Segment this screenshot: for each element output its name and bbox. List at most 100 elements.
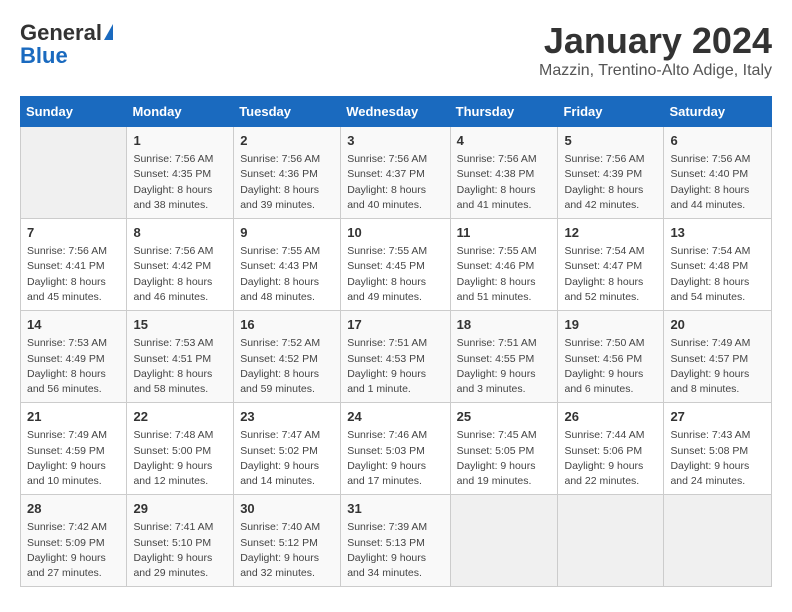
calendar-day-cell: 11 Sunrise: 7:55 AM Sunset: 4:46 PM Dayli…	[450, 219, 558, 311]
logo-arrow-icon	[104, 24, 113, 40]
calendar-table: SundayMondayTuesdayWednesdayThursdayFrid…	[20, 96, 772, 587]
calendar-day-cell: 31 Sunrise: 7:39 AM Sunset: 5:13 PM Dayli…	[341, 495, 450, 587]
calendar-day-cell	[558, 495, 664, 587]
day-number: 15	[133, 316, 227, 334]
page-header: General Blue January 2024 Mazzin, Trenti…	[20, 20, 772, 80]
calendar-day-cell: 7 Sunrise: 7:56 AM Sunset: 4:41 PM Daylig…	[21, 219, 127, 311]
day-info: Sunrise: 7:43 AM Sunset: 5:08 PM Dayligh…	[670, 428, 765, 489]
day-info: Sunrise: 7:40 AM Sunset: 5:12 PM Dayligh…	[240, 520, 334, 581]
calendar-day-cell: 24Sunrise: 7:46 AM Sunset: 5:03 PM Dayli…	[341, 403, 450, 495]
day-info: Sunrise: 7:50 AM Sunset: 4:56 PM Dayligh…	[564, 336, 657, 397]
day-number: 22	[133, 408, 227, 426]
calendar-day-cell: 30 Sunrise: 7:40 AM Sunset: 5:12 PM Dayli…	[234, 495, 341, 587]
day-number: 12	[564, 224, 657, 242]
day-info: Sunrise: 7:55 AM Sunset: 4:46 PM Dayligh…	[457, 244, 552, 305]
day-number: 27	[670, 408, 765, 426]
day-info: Sunrise: 7:56 AM Sunset: 4:41 PM Dayligh…	[27, 244, 120, 305]
logo-blue: Blue	[20, 43, 68, 68]
day-number: 5	[564, 132, 657, 150]
calendar-day-cell: 4Sunrise: 7:56 AM Sunset: 4:38 PM Daylig…	[450, 127, 558, 219]
day-info: Sunrise: 7:55 AM Sunset: 4:45 PM Dayligh…	[347, 244, 443, 305]
weekday-header-wednesday: Wednesday	[341, 97, 450, 127]
day-info: Sunrise: 7:56 AM Sunset: 4:37 PM Dayligh…	[347, 152, 443, 213]
calendar-day-cell: 28 Sunrise: 7:42 AM Sunset: 5:09 PM Dayli…	[21, 495, 127, 587]
day-number: 31	[347, 500, 443, 518]
weekday-header-tuesday: Tuesday	[234, 97, 341, 127]
calendar-day-cell: 23Sunrise: 7:47 AM Sunset: 5:02 PM Dayli…	[234, 403, 341, 495]
calendar-subtitle: Mazzin, Trentino-Alto Adige, Italy	[539, 62, 772, 80]
calendar-day-cell: 22 Sunrise: 7:48 AM Sunset: 5:00 PM Dayli…	[127, 403, 234, 495]
day-info: Sunrise: 7:42 AM Sunset: 5:09 PM Dayligh…	[27, 520, 120, 581]
day-number: 2	[240, 132, 334, 150]
day-info: Sunrise: 7:56 AM Sunset: 4:42 PM Dayligh…	[133, 244, 227, 305]
calendar-day-cell: 14Sunrise: 7:53 AM Sunset: 4:49 PM Dayli…	[21, 311, 127, 403]
weekday-header-monday: Monday	[127, 97, 234, 127]
day-number: 21	[27, 408, 120, 426]
weekday-header-thursday: Thursday	[450, 97, 558, 127]
day-info: Sunrise: 7:56 AM Sunset: 4:36 PM Dayligh…	[240, 152, 334, 213]
calendar-week-row: 28 Sunrise: 7:42 AM Sunset: 5:09 PM Dayli…	[21, 495, 772, 587]
day-number: 11	[457, 224, 552, 242]
calendar-day-cell: 8Sunrise: 7:56 AM Sunset: 4:42 PM Daylig…	[127, 219, 234, 311]
day-info: Sunrise: 7:49 AM Sunset: 4:57 PM Dayligh…	[670, 336, 765, 397]
day-number: 20	[670, 316, 765, 334]
day-number: 10	[347, 224, 443, 242]
day-info: Sunrise: 7:48 AM Sunset: 5:00 PM Dayligh…	[133, 428, 227, 489]
day-number: 26	[564, 408, 657, 426]
calendar-day-cell: 5 Sunrise: 7:56 AM Sunset: 4:39 PM Daylig…	[558, 127, 664, 219]
day-info: Sunrise: 7:51 AM Sunset: 4:55 PM Dayligh…	[457, 336, 552, 397]
day-info: Sunrise: 7:52 AM Sunset: 4:52 PM Dayligh…	[240, 336, 334, 397]
day-info: Sunrise: 7:46 AM Sunset: 5:03 PM Dayligh…	[347, 428, 443, 489]
weekday-header-sunday: Sunday	[21, 97, 127, 127]
calendar-day-cell: 13Sunrise: 7:54 AM Sunset: 4:48 PM Dayli…	[664, 219, 772, 311]
calendar-day-cell: 18 Sunrise: 7:51 AM Sunset: 4:55 PM Dayli…	[450, 311, 558, 403]
day-info: Sunrise: 7:51 AM Sunset: 4:53 PM Dayligh…	[347, 336, 443, 397]
day-info: Sunrise: 7:44 AM Sunset: 5:06 PM Dayligh…	[564, 428, 657, 489]
day-number: 28	[27, 500, 120, 518]
day-number: 9	[240, 224, 334, 242]
day-info: Sunrise: 7:56 AM Sunset: 4:38 PM Dayligh…	[457, 152, 552, 213]
day-number: 30	[240, 500, 334, 518]
calendar-title: January 2024	[539, 20, 772, 62]
calendar-day-cell: 29Sunrise: 7:41 AM Sunset: 5:10 PM Dayli…	[127, 495, 234, 587]
calendar-week-row: 1Sunrise: 7:56 AM Sunset: 4:35 PM Daylig…	[21, 127, 772, 219]
calendar-day-cell: 10 Sunrise: 7:55 AM Sunset: 4:45 PM Dayli…	[341, 219, 450, 311]
day-info: Sunrise: 7:56 AM Sunset: 4:40 PM Dayligh…	[670, 152, 765, 213]
calendar-day-cell: 17 Sunrise: 7:51 AM Sunset: 4:53 PM Dayli…	[341, 311, 450, 403]
day-info: Sunrise: 7:56 AM Sunset: 4:35 PM Dayligh…	[133, 152, 227, 213]
day-info: Sunrise: 7:45 AM Sunset: 5:05 PM Dayligh…	[457, 428, 552, 489]
calendar-day-cell: 26 Sunrise: 7:44 AM Sunset: 5:06 PM Dayli…	[558, 403, 664, 495]
calendar-day-cell: 2 Sunrise: 7:56 AM Sunset: 4:36 PM Daylig…	[234, 127, 341, 219]
calendar-day-cell: 25 Sunrise: 7:45 AM Sunset: 5:05 PM Dayli…	[450, 403, 558, 495]
day-info: Sunrise: 7:54 AM Sunset: 4:47 PM Dayligh…	[564, 244, 657, 305]
day-number: 16	[240, 316, 334, 334]
calendar-day-cell: 21Sunrise: 7:49 AM Sunset: 4:59 PM Dayli…	[21, 403, 127, 495]
day-info: Sunrise: 7:47 AM Sunset: 5:02 PM Dayligh…	[240, 428, 334, 489]
calendar-day-cell: 16 Sunrise: 7:52 AM Sunset: 4:52 PM Dayli…	[234, 311, 341, 403]
calendar-day-cell	[21, 127, 127, 219]
calendar-week-row: 14Sunrise: 7:53 AM Sunset: 4:49 PM Dayli…	[21, 311, 772, 403]
day-number: 19	[564, 316, 657, 334]
calendar-day-cell: 12 Sunrise: 7:54 AM Sunset: 4:47 PM Dayli…	[558, 219, 664, 311]
day-number: 17	[347, 316, 443, 334]
calendar-day-cell: 3Sunrise: 7:56 AM Sunset: 4:37 PM Daylig…	[341, 127, 450, 219]
weekday-header-row: SundayMondayTuesdayWednesdayThursdayFrid…	[21, 97, 772, 127]
day-number: 18	[457, 316, 552, 334]
calendar-day-cell: 19 Sunrise: 7:50 AM Sunset: 4:56 PM Dayli…	[558, 311, 664, 403]
logo-general: General	[20, 20, 102, 45]
day-info: Sunrise: 7:39 AM Sunset: 5:13 PM Dayligh…	[347, 520, 443, 581]
calendar-day-cell: 6Sunrise: 7:56 AM Sunset: 4:40 PM Daylig…	[664, 127, 772, 219]
day-info: Sunrise: 7:53 AM Sunset: 4:51 PM Dayligh…	[133, 336, 227, 397]
day-number: 7	[27, 224, 120, 242]
calendar-day-cell: 9Sunrise: 7:55 AM Sunset: 4:43 PM Daylig…	[234, 219, 341, 311]
day-info: Sunrise: 7:56 AM Sunset: 4:39 PM Dayligh…	[564, 152, 657, 213]
calendar-week-row: 21Sunrise: 7:49 AM Sunset: 4:59 PM Dayli…	[21, 403, 772, 495]
calendar-day-cell: 20 Sunrise: 7:49 AM Sunset: 4:57 PM Dayli…	[664, 311, 772, 403]
calendar-week-row: 7 Sunrise: 7:56 AM Sunset: 4:41 PM Daylig…	[21, 219, 772, 311]
day-number: 25	[457, 408, 552, 426]
calendar-day-cell	[664, 495, 772, 587]
title-block: January 2024 Mazzin, Trentino-Alto Adige…	[539, 20, 772, 80]
day-number: 14	[27, 316, 120, 334]
calendar-day-cell: 15 Sunrise: 7:53 AM Sunset: 4:51 PM Dayli…	[127, 311, 234, 403]
day-info: Sunrise: 7:41 AM Sunset: 5:10 PM Dayligh…	[133, 520, 227, 581]
